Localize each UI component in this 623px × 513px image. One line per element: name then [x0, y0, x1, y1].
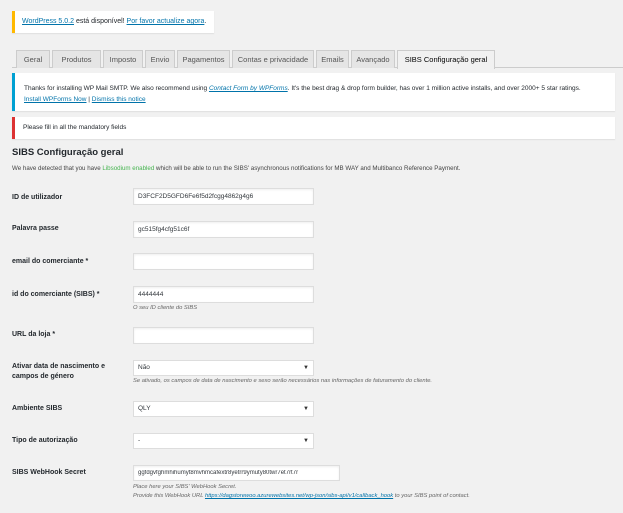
tab-contas-privacidade[interactable]: Contas e privacidade — [232, 50, 314, 68]
chevron-down-icon: ▼ — [303, 406, 309, 412]
tipo-autorizacao-label: Tipo de autorização — [12, 437, 78, 444]
webhook-url-help: Provide this WebHook URL https://dagstor… — [133, 492, 470, 501]
dismiss-notice-link[interactable]: Dismiss this notice — [92, 96, 146, 103]
ativar-data-help: Se ativado, os campos de data de nascime… — [133, 378, 433, 384]
webhook-url-help-text: Provide this WebHook URL — [133, 493, 205, 499]
ambiente-select[interactable]: QLY ▼ — [133, 401, 314, 417]
settings-tabs: Geral Produtos Imposto Envio Pagamentos … — [12, 50, 623, 69]
libsodium-status: Libsodium enabled — [102, 165, 155, 172]
tab-sibs-configuracao[interactable]: SIBS Configuração geral — [397, 50, 495, 69]
ambiente-value: QLY — [138, 405, 151, 412]
tab-emails[interactable]: Emails — [316, 50, 349, 68]
ativar-data-label: Ativar data de nascimento e campos de gé… — [12, 363, 105, 380]
wordpress-version-link[interactable]: WordPress 5.0.2 — [22, 18, 74, 25]
tab-envio[interactable]: Envio — [145, 50, 175, 68]
webhook-secret-label: SIBS WebHook Secret — [12, 469, 86, 476]
chevron-down-icon: ▼ — [303, 438, 309, 444]
notice-info-text-2: . It's the best drag & drop form builder… — [287, 85, 581, 92]
update-notice-text: está disponível! — [74, 18, 127, 25]
url-loja-label: URL da loja * — [12, 331, 56, 338]
update-notice-end: . — [204, 18, 207, 25]
notice-actions: Install WPForms Now | Dismiss this notic… — [24, 94, 606, 105]
tab-imposto[interactable]: Imposto — [103, 50, 143, 68]
webhook-secret-input[interactable] — [133, 465, 340, 481]
webhook-url-help-end: to your SIBS point of contact. — [393, 493, 470, 499]
id-utilizador-label: ID de utilizador — [12, 194, 63, 201]
ativar-data-value: Não — [138, 364, 150, 371]
palavra-passe-input[interactable] — [133, 221, 314, 238]
chevron-down-icon: ▼ — [303, 365, 309, 371]
tab-pagamentos[interactable]: Pagamentos — [177, 50, 230, 68]
section-desc-text-2: which will be able to run the SIBS' asyn… — [154, 165, 461, 172]
update-now-link[interactable]: Por favor actualize agora — [127, 18, 205, 25]
ativar-data-select[interactable]: Não ▼ — [133, 360, 314, 376]
id-utilizador-input[interactable] — [133, 188, 314, 205]
tab-geral[interactable]: Geral — [16, 50, 50, 68]
update-notice: WordPress 5.0.2 está disponível! Por fav… — [12, 11, 215, 33]
mandatory-fields-error: Please fill in all the mandatory fields — [12, 117, 615, 139]
email-field[interactable] — [133, 253, 314, 270]
tipo-autorizacao-select[interactable]: - ▼ — [133, 433, 314, 449]
notice-info-line: Thanks for installing WP Mail SMTP. We a… — [24, 83, 606, 94]
id-comerciante-input[interactable] — [133, 286, 314, 303]
webhook-secret-help: Place here your SIBS' WebHook Secret. — [133, 484, 237, 490]
section-description: We have detected that you have Libsodium… — [12, 165, 460, 172]
tab-avancado[interactable]: Avançado — [351, 50, 395, 68]
section-title: SIBS Configuração geral — [12, 147, 124, 158]
url-loja-input[interactable] — [133, 327, 314, 344]
notice-info-text: Thanks for installing WP Mail SMTP. We a… — [24, 85, 209, 92]
webhook-url-link[interactable]: https://dagstorewoo.azurewebsites.net/wp… — [205, 493, 393, 499]
ambiente-label: Ambiente SIBS — [12, 405, 63, 412]
wpforms-link[interactable]: Contact Form by WPForms — [209, 85, 288, 92]
id-comerciante-label: id do comerciante (SIBS) * — [12, 291, 100, 298]
install-wpforms-link[interactable]: Install WPForms Now — [24, 96, 86, 103]
email-label: email do comerciante * — [12, 258, 89, 265]
wp-mail-smtp-notice: Thanks for installing WP Mail SMTP. We a… — [12, 73, 615, 111]
id-comerciante-help: O seu ID cliente do SIBS — [133, 305, 198, 311]
tipo-autorizacao-value: - — [138, 437, 141, 444]
tab-produtos[interactable]: Produtos — [52, 50, 101, 68]
palavra-passe-label: Palavra passe — [12, 225, 59, 232]
error-text: Please fill in all the mandatory fields — [23, 124, 127, 131]
section-desc-text: We have detected that you have — [12, 165, 103, 172]
